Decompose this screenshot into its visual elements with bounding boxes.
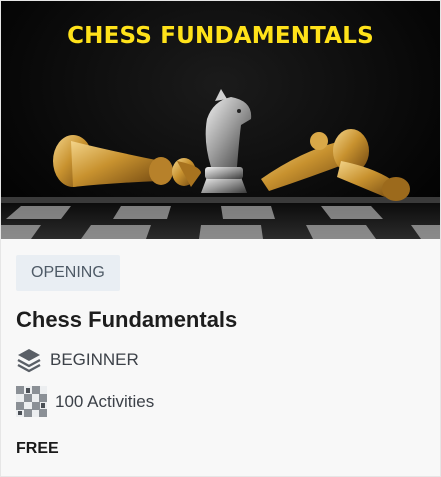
category-tag: OPENING bbox=[16, 255, 120, 291]
layers-icon bbox=[17, 349, 41, 373]
course-card[interactable]: CHESS FUNDAMENTALS OPENING Chess Fundame… bbox=[0, 0, 441, 477]
course-level: BEGINNER bbox=[16, 347, 139, 373]
activities-count: 100 Activities bbox=[55, 391, 155, 411]
course-title[interactable]: Chess Fundamentals bbox=[16, 307, 237, 333]
course-hero-image: CHESS FUNDAMENTALS bbox=[1, 1, 440, 239]
course-price: FREE bbox=[16, 440, 59, 457]
hero-title: CHESS FUNDAMENTALS bbox=[67, 23, 374, 49]
course-activities: 100 Activities bbox=[16, 386, 154, 417]
course-level-label: BEGINNER bbox=[50, 350, 139, 369]
chessboard-icon bbox=[16, 386, 47, 417]
